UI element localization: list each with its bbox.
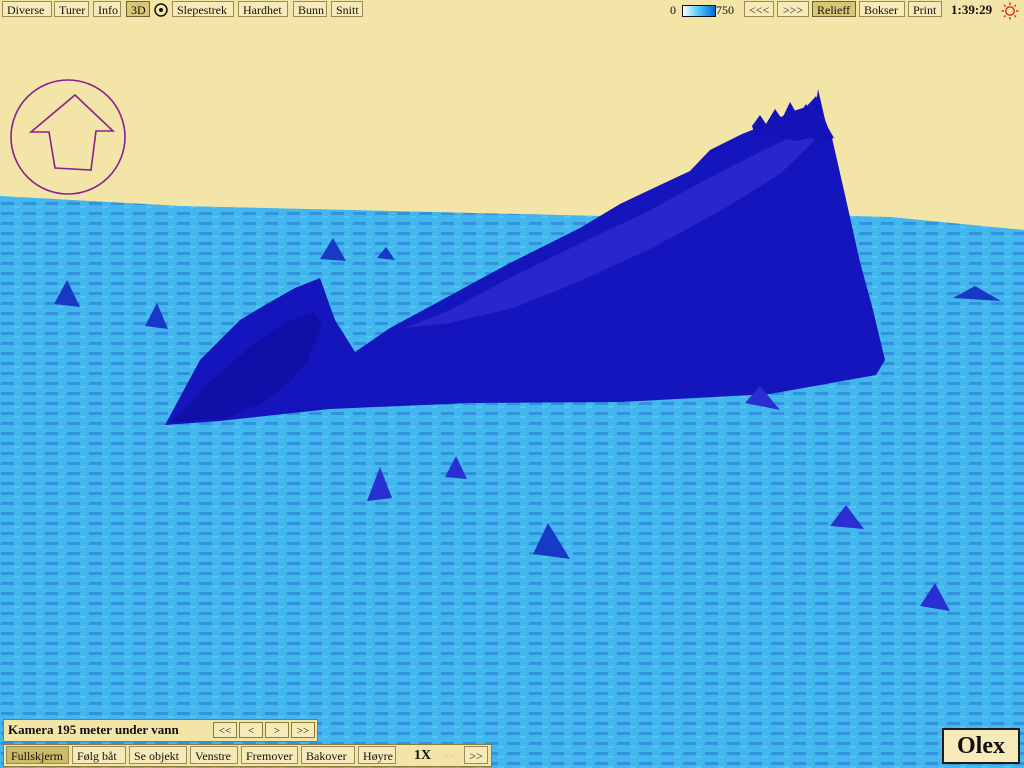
follow-boat-button[interactable]: Følg båt	[72, 746, 126, 764]
camera-rewind-fast-button[interactable]: <<	[213, 722, 237, 738]
depth-gradient	[682, 5, 716, 17]
menu-diverse[interactable]: Diverse	[2, 1, 52, 17]
forward-button[interactable]: Fremover	[241, 746, 298, 764]
menu-slepestrek[interactable]: Slepestrek	[172, 1, 234, 17]
menu-info[interactable]: Info	[93, 1, 121, 17]
speed-down-button[interactable]: <<	[443, 747, 457, 765]
camera-panel: Kamera 195 meter under vann << < > >>	[3, 719, 318, 742]
olex-logo-text: Olex	[957, 733, 1005, 759]
target-icon[interactable]	[153, 2, 169, 18]
top-toolbar: Diverse Turer Info 3D Slepestrek Hardhet…	[0, 0, 1024, 21]
left-button[interactable]: Venstre	[190, 746, 238, 764]
nav-back-button[interactable]: <<<	[744, 1, 774, 17]
camera-forward-button[interactable]: >	[265, 722, 289, 738]
clock: 1:39:29	[951, 2, 993, 17]
right-button[interactable]: Høyre	[358, 746, 396, 764]
camera-label: Kamera 195 meter under vann	[8, 722, 179, 737]
speed-indicator: 1X	[414, 748, 432, 763]
menu-snitt[interactable]: Snitt	[331, 1, 363, 17]
camera-rewind-button[interactable]: <	[239, 722, 263, 738]
fullscreen-button[interactable]: Fullskjerm	[6, 746, 69, 764]
scale-min: 0	[670, 3, 676, 17]
sun-icon[interactable]	[1001, 2, 1019, 20]
camera-forward-fast-button[interactable]: >>	[291, 722, 315, 738]
relieff-button[interactable]: Relieff	[812, 1, 856, 17]
print-button[interactable]: Print	[908, 1, 942, 17]
scale-max: 750	[716, 3, 734, 17]
backward-button[interactable]: Bakover	[301, 746, 355, 764]
seabed-3d-view[interactable]	[0, 20, 1024, 768]
bokser-button[interactable]: Bokser	[859, 1, 905, 17]
menu-hardhet[interactable]: Hardhet	[238, 1, 288, 17]
menu-turer[interactable]: Turer	[54, 1, 89, 17]
see-object-button[interactable]: Se objekt	[129, 746, 187, 764]
menu-bunn[interactable]: Bunn	[293, 1, 327, 17]
olex-logo: Olex	[942, 728, 1020, 764]
view-controls: Fullskjerm Følg båt Se objekt Venstre Fr…	[3, 744, 492, 767]
nav-forward-button[interactable]: >>>	[777, 1, 809, 17]
menu-3d[interactable]: 3D	[126, 1, 150, 17]
speed-up-button[interactable]: >>	[464, 746, 488, 764]
